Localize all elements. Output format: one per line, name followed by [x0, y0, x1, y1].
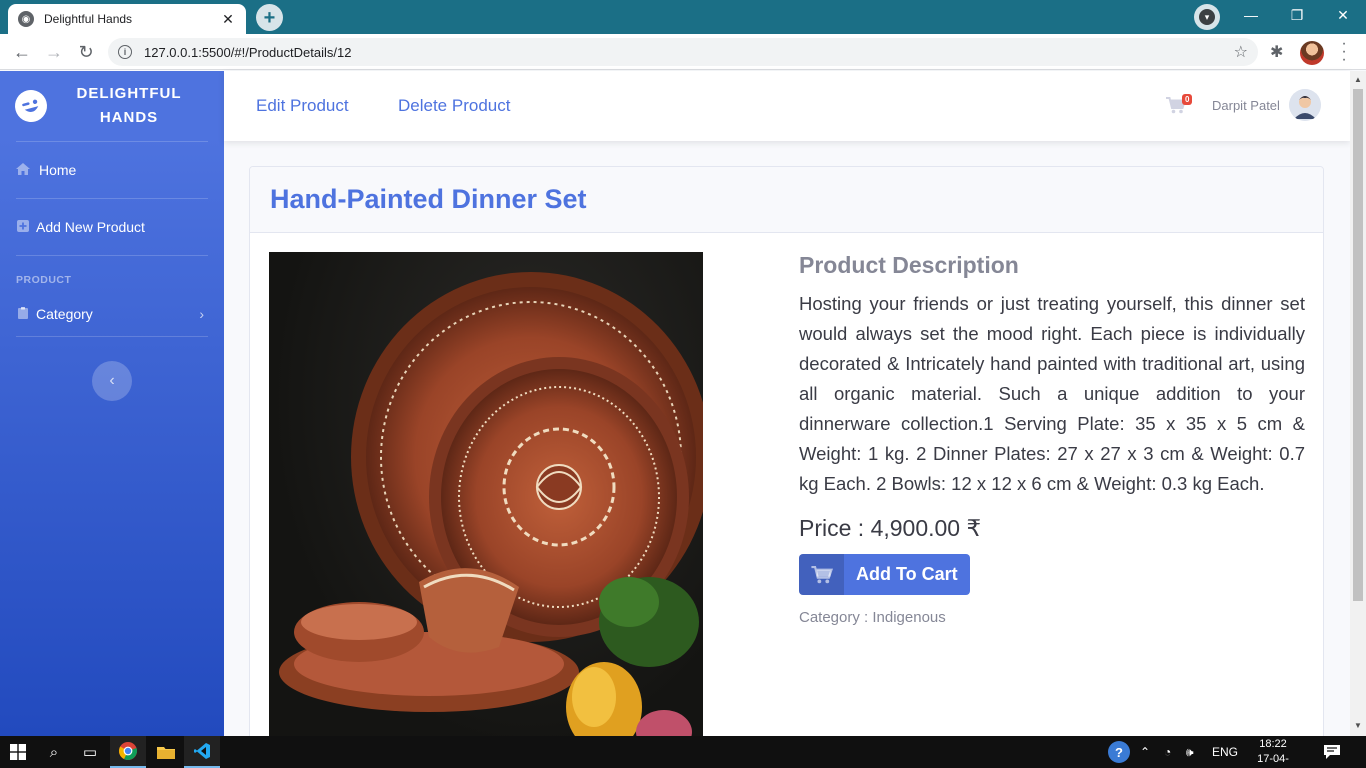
volume-icon[interactable]: 🕪 — [1186, 736, 1194, 768]
chevron-down-icon: ▾ — [1199, 9, 1215, 25]
scroll-up-arrow-icon[interactable]: ▲ — [1354, 75, 1362, 84]
clock-time: 18:22 — [1259, 738, 1287, 750]
brand-text: DELIGHTFUL HANDS — [76, 85, 182, 126]
browser-tab-bar: ◉ Delightful Hands ✕ + ▾ — ❐ ✕ — [0, 0, 1366, 34]
description-column: Product Description Hosting your friends… — [799, 252, 1305, 626]
minimize-button[interactable]: — — [1228, 0, 1274, 30]
task-view-icon[interactable]: ▭ — [72, 736, 108, 768]
windows-taskbar: ⌕ ▭ ? ⌃ ◔ 🕪 ENG 18:22 17-04-2021 — [0, 736, 1366, 768]
cart-count-badge: 0 — [1182, 94, 1193, 105]
description-heading: Product Description — [799, 252, 1019, 278]
chevron-right-icon: › — [199, 306, 204, 322]
sidebar-item-category[interactable]: Category › — [0, 292, 224, 336]
search-icon[interactable]: ⌕ — [36, 736, 72, 768]
sidebar: DELIGHTFUL HANDS Home Add New Product PR… — [0, 71, 224, 736]
tab-search-button[interactable]: ▾ — [1194, 4, 1220, 30]
cart-icon — [799, 554, 844, 595]
wink-face-icon — [11, 86, 51, 126]
notifications-icon[interactable] — [1324, 736, 1340, 768]
close-tab-icon[interactable]: ✕ — [220, 11, 236, 28]
chevron-left-icon: ‹ — [109, 372, 115, 389]
product-category: Category : Indigenous — [799, 609, 946, 626]
extensions-icon[interactable]: ✱ — [1270, 42, 1283, 62]
scroll-down-arrow-icon[interactable]: ▼ — [1354, 721, 1362, 730]
sidebar-item-label: Category — [36, 306, 93, 322]
product-description: Hosting your friends or just treating yo… — [799, 293, 1305, 494]
page-scrollbar[interactable]: ▲ ▼ — [1350, 71, 1366, 736]
vscode-icon[interactable] — [184, 736, 220, 768]
add-to-cart-label: Add To Cart — [856, 564, 958, 584]
card-header: Hand-Painted Dinner Set — [250, 167, 1323, 233]
scroll-thumb[interactable] — [1353, 89, 1363, 601]
chrome-profile-avatar[interactable] — [1300, 41, 1324, 65]
sidebar-item-label: Add New Product — [36, 219, 145, 235]
new-tab-button[interactable]: + — [256, 4, 283, 31]
sidebar-toggle-button[interactable]: ‹ — [92, 361, 132, 401]
edit-product-link[interactable]: Edit Product — [256, 96, 349, 116]
bookmark-star-icon[interactable]: ☆ — [1234, 42, 1248, 62]
chrome-menu-icon[interactable]: · · · — [1338, 36, 1350, 68]
language-indicator[interactable]: ENG — [1212, 736, 1238, 768]
close-window-button[interactable]: ✕ — [1320, 0, 1366, 30]
brand-link[interactable]: DELIGHTFUL HANDS — [0, 71, 224, 141]
clipboard-icon — [16, 306, 30, 322]
chevron-up-icon[interactable]: ⌃ — [1140, 736, 1150, 768]
product-title: Hand-Painted Dinner Set — [270, 184, 587, 214]
sidebar-item-home[interactable]: Home — [0, 142, 224, 198]
info-icon[interactable]: i — [118, 45, 132, 59]
file-explorer-icon[interactable] — [148, 736, 184, 768]
chrome-taskbar-icon[interactable] — [110, 736, 146, 768]
product-price: Price : 4,900.00 ₹ — [799, 515, 982, 541]
topbar: Edit Product Delete Product 0 Darpit Pat… — [224, 71, 1350, 141]
delete-product-link[interactable]: Delete Product — [398, 96, 510, 116]
sidebar-item-add-product[interactable]: Add New Product — [0, 199, 224, 255]
url-text: 127.0.0.1:5500/#!/ProductDetails/12 — [144, 44, 352, 60]
forward-button[interactable]: → — [42, 40, 66, 64]
globe-icon: ◉ — [18, 11, 34, 27]
sidebar-divider — [16, 336, 208, 337]
user-name[interactable]: Darpit Patel — [1212, 98, 1280, 113]
browser-address-bar: ← → ↻ i 127.0.0.1:5500/#!/ProductDetails… — [0, 34, 1366, 70]
plus-square-icon — [16, 219, 30, 235]
browser-tab[interactable]: ◉ Delightful Hands ✕ — [8, 4, 246, 34]
reload-button[interactable]: ↻ — [74, 40, 98, 64]
home-icon — [16, 162, 30, 178]
product-card: Hand-Painted Dinner Set Product Descript… — [249, 166, 1324, 746]
restore-button[interactable]: ❐ — [1274, 0, 1320, 30]
tab-title: Delightful Hands — [44, 12, 133, 26]
clock-date: 17-04-2021 — [1257, 753, 1289, 765]
url-field[interactable]: i 127.0.0.1:5500/#!/ProductDetails/12 ☆ — [108, 38, 1258, 66]
windows-start-icon[interactable] — [0, 736, 36, 768]
sidebar-item-label: Home — [39, 162, 77, 178]
network-icon[interactable]: ◔ — [1164, 736, 1171, 768]
user-avatar[interactable] — [1289, 89, 1321, 121]
product-image — [269, 252, 703, 745]
sidebar-heading: PRODUCT — [16, 274, 72, 286]
back-button[interactable]: ← — [10, 40, 34, 64]
help-icon[interactable]: ? — [1108, 736, 1130, 768]
taskbar-clock[interactable]: 18:22 17-04-2021 — [1248, 737, 1298, 768]
add-to-cart-button[interactable]: Add To Cart — [799, 554, 970, 595]
